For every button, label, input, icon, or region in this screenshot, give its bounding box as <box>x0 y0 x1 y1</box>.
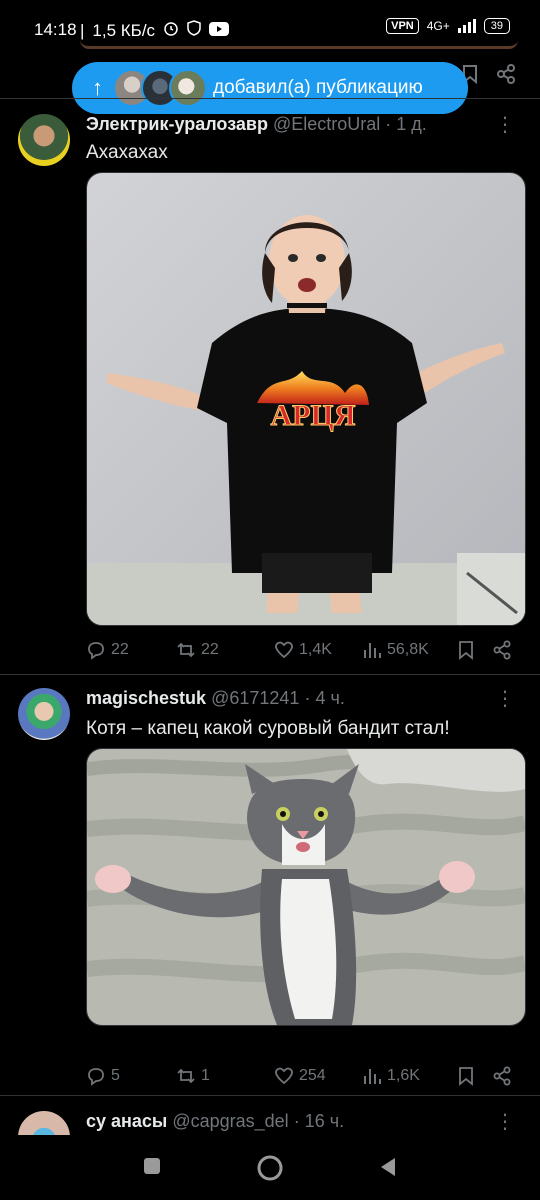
author-handle[interactable]: @ElectroUral <box>273 114 380 134</box>
shield-icon <box>187 20 201 41</box>
tweet-actions: 22 22 1,4K 56,8K <box>86 640 524 664</box>
bookmark-icon <box>459 641 473 660</box>
status-separator: | <box>80 20 85 40</box>
more-options-icon[interactable]: ⋮ <box>495 1109 516 1134</box>
tweet-header: Электрик-уралозавр @ElectroUral · 1 д. <box>86 114 427 135</box>
signal-icon <box>457 19 476 33</box>
like-count: 254 <box>299 1067 326 1084</box>
tweet-time: · 4 ч. <box>304 688 345 708</box>
tweet-time: · 16 ч. <box>293 1111 345 1131</box>
youtube-icon <box>209 21 230 41</box>
retweet-button[interactable]: 1 <box>176 1066 210 1086</box>
avatar[interactable] <box>18 1111 70 1135</box>
back-icon <box>381 1158 395 1176</box>
tweet-text: Ахахахах <box>86 142 168 163</box>
author-handle[interactable]: @capgras_del <box>172 1111 288 1131</box>
share-icon <box>493 640 511 660</box>
like-button[interactable]: 1,4K <box>274 640 332 660</box>
like-button[interactable]: 254 <box>274 1066 326 1086</box>
photo-cat <box>87 749 525 1025</box>
retweet-icon <box>177 642 195 658</box>
home-icon <box>257 1155 283 1181</box>
like-count: 1,4K <box>299 641 332 658</box>
share-icon <box>493 1066 511 1086</box>
views-button[interactable]: 1,6K <box>362 1066 420 1086</box>
tweet[interactable]: magischestuk @6171241 · 4 ч. ⋮ Котя – ка… <box>0 674 540 1094</box>
clock: 14:18 <box>34 20 77 39</box>
system-nav-bar <box>0 1140 540 1200</box>
retweet-count: 22 <box>201 641 219 658</box>
bookmark-button[interactable] <box>456 1066 476 1086</box>
tweet-photo[interactable] <box>86 748 526 1026</box>
bookmark-icon <box>459 1067 473 1086</box>
share-button[interactable] <box>492 640 512 660</box>
reply-button[interactable]: 22 <box>86 640 129 660</box>
back-button[interactable] <box>378 1156 398 1183</box>
views-icon <box>364 1069 381 1084</box>
previous-tweet-actions <box>462 64 516 89</box>
reply-icon <box>88 1068 104 1086</box>
more-options-icon[interactable]: ⋮ <box>495 686 516 711</box>
tweet-header: су анасы @capgras_del · 16 ч. <box>86 1111 344 1132</box>
network-speed: 1,5 КБ/с <box>92 20 156 40</box>
svg-text:АРЦЯ: АРЦЯ <box>271 399 356 432</box>
avatar[interactable] <box>18 688 70 740</box>
views-count: 1,6K <box>387 1067 420 1084</box>
battery-icon: 39 <box>483 18 510 34</box>
heart-icon <box>275 641 293 659</box>
share-button[interactable] <box>492 1066 512 1086</box>
tweet-text: Котя – капец какой суровый бандит стал! <box>86 718 450 739</box>
author-name[interactable]: magischestuk <box>86 688 206 708</box>
retweet-button[interactable]: 22 <box>176 640 219 660</box>
retweet-count: 1 <box>201 1067 210 1084</box>
reply-count: 22 <box>111 641 129 658</box>
reply-count: 5 <box>111 1067 120 1084</box>
share-icon[interactable] <box>496 64 516 89</box>
tweet-time: · 1 д. <box>385 114 427 134</box>
new-posts-text: добавил(а) публикацию <box>213 77 423 98</box>
views-count: 56,8K <box>387 641 429 658</box>
bookmark-button[interactable] <box>456 640 476 660</box>
heart-icon <box>275 1067 293 1085</box>
network-type: 4G+ <box>426 19 450 33</box>
battery-level: 39 <box>490 20 503 32</box>
reply-icon <box>88 642 104 660</box>
author-name[interactable]: Электрик-уралозавр <box>86 114 268 134</box>
alarm-icon <box>163 20 179 41</box>
status-bar: 14:18 | 1,5 КБ/с VPN 4G+ 39 <box>0 0 540 58</box>
recents-icon <box>144 1158 160 1174</box>
views-icon <box>364 643 381 658</box>
author-handle[interactable]: @6171241 <box>211 688 299 708</box>
reply-button[interactable]: 5 <box>86 1066 120 1086</box>
photo-girl-tshirt: АРЦЯ <box>87 173 525 625</box>
views-button[interactable]: 56,8K <box>362 640 429 660</box>
home-button[interactable] <box>256 1154 284 1187</box>
recents-button[interactable] <box>142 1156 162 1181</box>
previous-media-edge <box>80 40 518 49</box>
tweet-header: magischestuk @6171241 · 4 ч. <box>86 688 345 709</box>
avatar[interactable] <box>18 114 70 166</box>
tweet[interactable]: Электрик-уралозавр @ElectroUral · 1 д. ⋮… <box>0 98 540 678</box>
vpn-badge: VPN <box>386 18 419 34</box>
author-name[interactable]: су анасы <box>86 1111 167 1131</box>
tweet-actions: 5 1 254 1,6K <box>86 1066 524 1090</box>
retweet-icon <box>177 1068 195 1084</box>
more-options-icon[interactable]: ⋮ <box>495 112 516 137</box>
tweet-photo[interactable]: АРЦЯ <box>86 172 526 626</box>
tweet[interactable]: су анасы @capgras_del · 16 ч. ⋮ <box>0 1095 540 1135</box>
